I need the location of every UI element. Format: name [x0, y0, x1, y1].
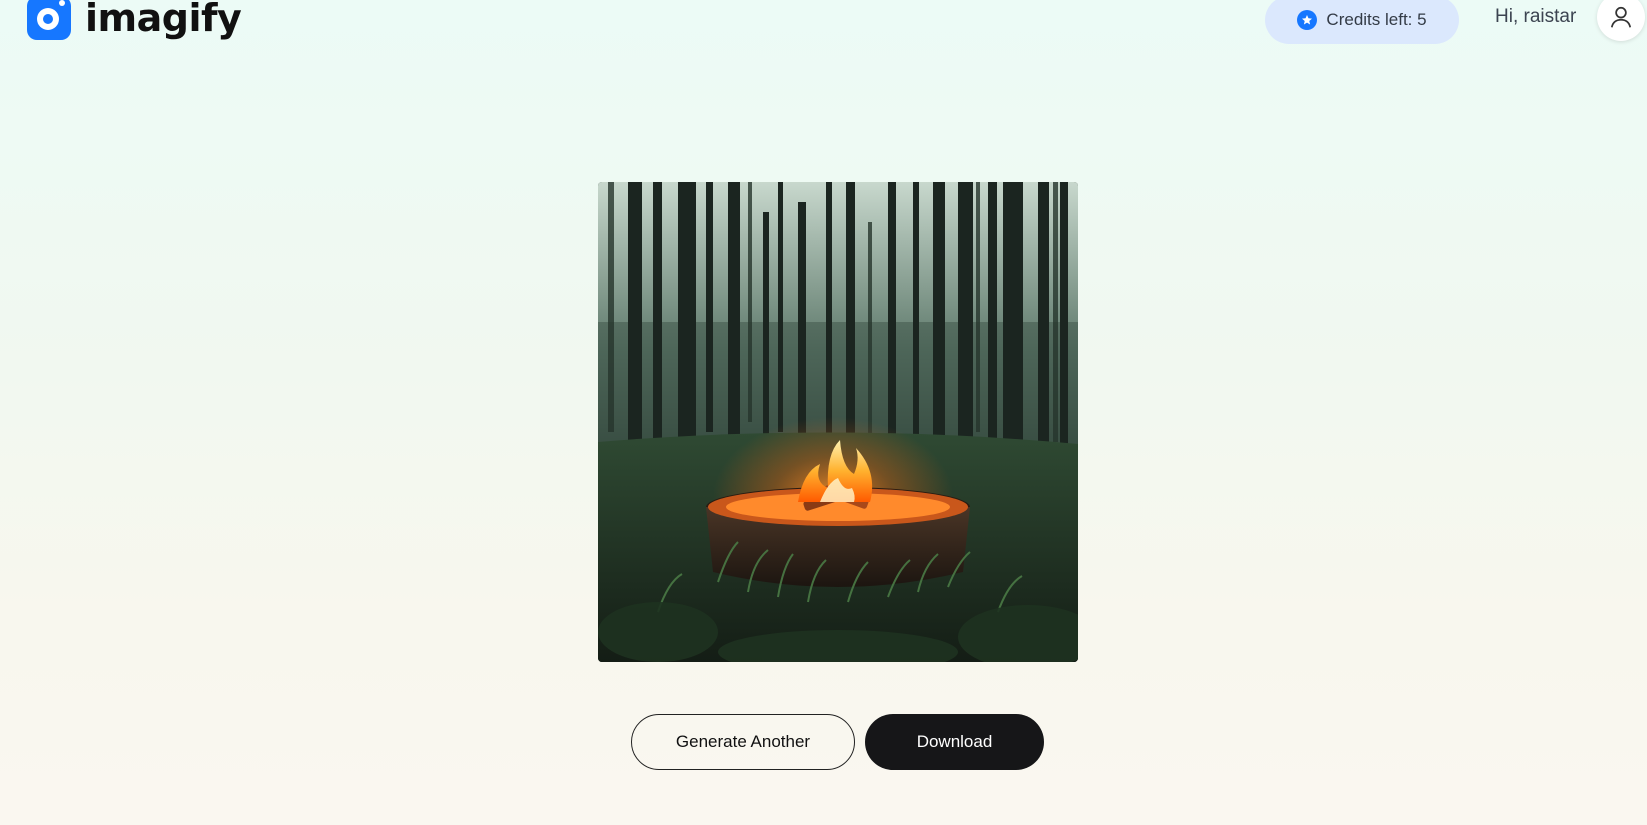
user-greeting: Hi, raistar	[1495, 6, 1577, 27]
user-avatar[interactable]	[1597, 0, 1645, 41]
camera-lens-logo-icon	[27, 0, 71, 40]
star-badge-icon	[1297, 10, 1318, 30]
generated-image	[598, 182, 1078, 662]
brand-logo[interactable]: imagify	[27, 0, 242, 40]
generate-another-button[interactable]: Generate Another	[631, 714, 855, 770]
brand-name: imagify	[85, 0, 242, 40]
credits-label: Credits left: 5	[1326, 10, 1427, 29]
user-profile-icon	[1610, 6, 1632, 28]
credits-button[interactable]: Credits left: 5	[1265, 0, 1459, 44]
download-button[interactable]: Download	[865, 714, 1044, 770]
